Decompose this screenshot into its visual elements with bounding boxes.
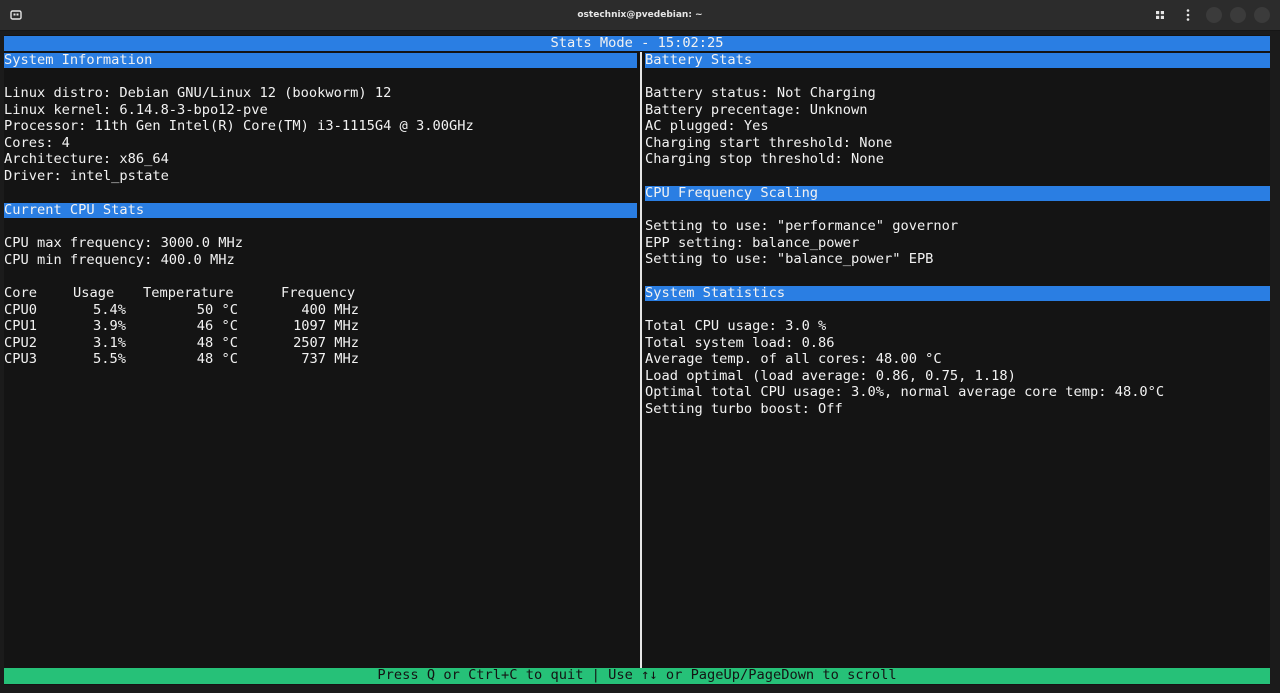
cores-line: Cores: 4: [4, 134, 70, 151]
kernel-line: Linux kernel: 6.14.8-3-bpo12-pve: [4, 101, 268, 118]
distro-line: Linux distro: Debian GNU/Linux 12 (bookw…: [4, 85, 392, 101]
col-header-core: Core: [4, 285, 37, 301]
processor-line: Processor: 11th Gen Intel(R) Core(TM) i3…: [4, 118, 474, 135]
section-title: Battery Stats: [645, 52, 753, 68]
col-header-frequency: Frequency: [281, 285, 356, 301]
cpu-usage-line: Total CPU usage: 3.0 %: [645, 318, 827, 334]
core-name: CPU3: [4, 351, 37, 368]
core-name: CPU1: [4, 318, 37, 335]
system-info-header: System Information: [4, 52, 637, 68]
core-temperature: 48 °C: [196, 334, 238, 351]
charging-start-line: Charging start threshold: None: [645, 134, 893, 151]
window-controls: [1150, 0, 1270, 30]
new-tab-icon[interactable]: [6, 5, 26, 25]
epp-line: EPP setting: balance_power: [645, 234, 860, 251]
cpu-scaling-header: CPU Frequency Scaling: [645, 185, 1270, 201]
core-temperature: 46 °C: [196, 318, 238, 335]
governor-line: Setting to use: "performance" governor: [645, 218, 959, 234]
section-title: CPU Frequency Scaling: [645, 185, 819, 201]
core-usage: 5.4%: [93, 301, 126, 318]
core-name: CPU0: [4, 301, 37, 318]
terminal-window: ostechnix@pvedebian: ~ Stats Mode - 15:0…: [0, 0, 1280, 693]
section-title: System Statistics: [645, 285, 786, 301]
core-frequency: 737 MHz: [301, 351, 359, 368]
battery-status-line: Battery status: Not Charging: [645, 85, 876, 101]
section-title: Current CPU Stats: [4, 202, 145, 218]
core-temperature: 50 °C: [196, 301, 238, 318]
maximize-button[interactable]: [1230, 7, 1246, 23]
core-usage: 3.1%: [93, 334, 126, 351]
ac-plugged-line: AC plugged: Yes: [645, 118, 769, 135]
system-load-line: Total system load: 0.86: [645, 334, 835, 351]
architecture-line: Architecture: x86_64: [4, 151, 169, 168]
window-title: ostechnix@pvedebian: ~: [577, 10, 703, 20]
core-name: CPU2: [4, 334, 37, 351]
epb-line: Setting to use: "balance_power" EPB: [645, 251, 934, 268]
core-frequency: 400 MHz: [301, 301, 359, 318]
load-optimal-line: Load optimal (load average: 0.86, 0.75, …: [645, 367, 1016, 384]
footer-help-text: Press Q or Ctrl+C to quit | Use ↑↓ or Pa…: [377, 667, 897, 683]
core-usage: 3.9%: [93, 318, 126, 335]
turbo-boost-line: Setting turbo boost: Off: [645, 401, 843, 417]
driver-line: Driver: intel_pstate: [4, 168, 169, 184]
system-stats-header: System Statistics: [645, 285, 1270, 301]
battery-stats-header: Battery Stats: [645, 52, 1270, 68]
footer-bar: Press Q or Ctrl+C to quit | Use ↑↓ or Pa…: [4, 667, 1270, 684]
close-button[interactable]: [1254, 7, 1270, 23]
charging-stop-line: Charging stop threshold: None: [645, 151, 884, 168]
title-bar: ostechnix@pvedebian: ~: [0, 0, 1280, 31]
cpu-stats-header: Current CPU Stats: [4, 202, 637, 218]
col-header-temperature: Temperature: [143, 285, 234, 301]
split-icon[interactable]: [1150, 5, 1170, 25]
col-header-usage: Usage: [73, 285, 115, 301]
pane-divider: [640, 52, 642, 668]
core-frequency: 1097 MHz: [293, 318, 359, 335]
battery-percentage-line: Battery precentage: Unknown: [645, 101, 868, 118]
header-bar: Stats Mode - 15:02:25: [4, 35, 1270, 51]
avg-temp-line: Average temp. of all cores: 48.00 °C: [645, 351, 942, 368]
max-freq-line: CPU max frequency: 3000.0 MHz: [4, 235, 243, 251]
minimize-button[interactable]: [1206, 7, 1222, 23]
terminal-content[interactable]: Stats Mode - 15:02:25 System Information…: [4, 35, 1270, 685]
menu-icon[interactable]: [1178, 5, 1198, 25]
core-usage: 5.5%: [93, 351, 126, 368]
section-title: System Information: [4, 52, 153, 68]
core-frequency: 2507 MHz: [293, 334, 359, 351]
min-freq-line: CPU min frequency: 400.0 MHz: [4, 251, 235, 268]
header-text: Stats Mode - 15:02:25: [550, 35, 724, 51]
core-temperature: 48 °C: [196, 351, 238, 368]
optimal-usage-line: Optimal total CPU usage: 3.0%, normal av…: [645, 384, 1165, 401]
